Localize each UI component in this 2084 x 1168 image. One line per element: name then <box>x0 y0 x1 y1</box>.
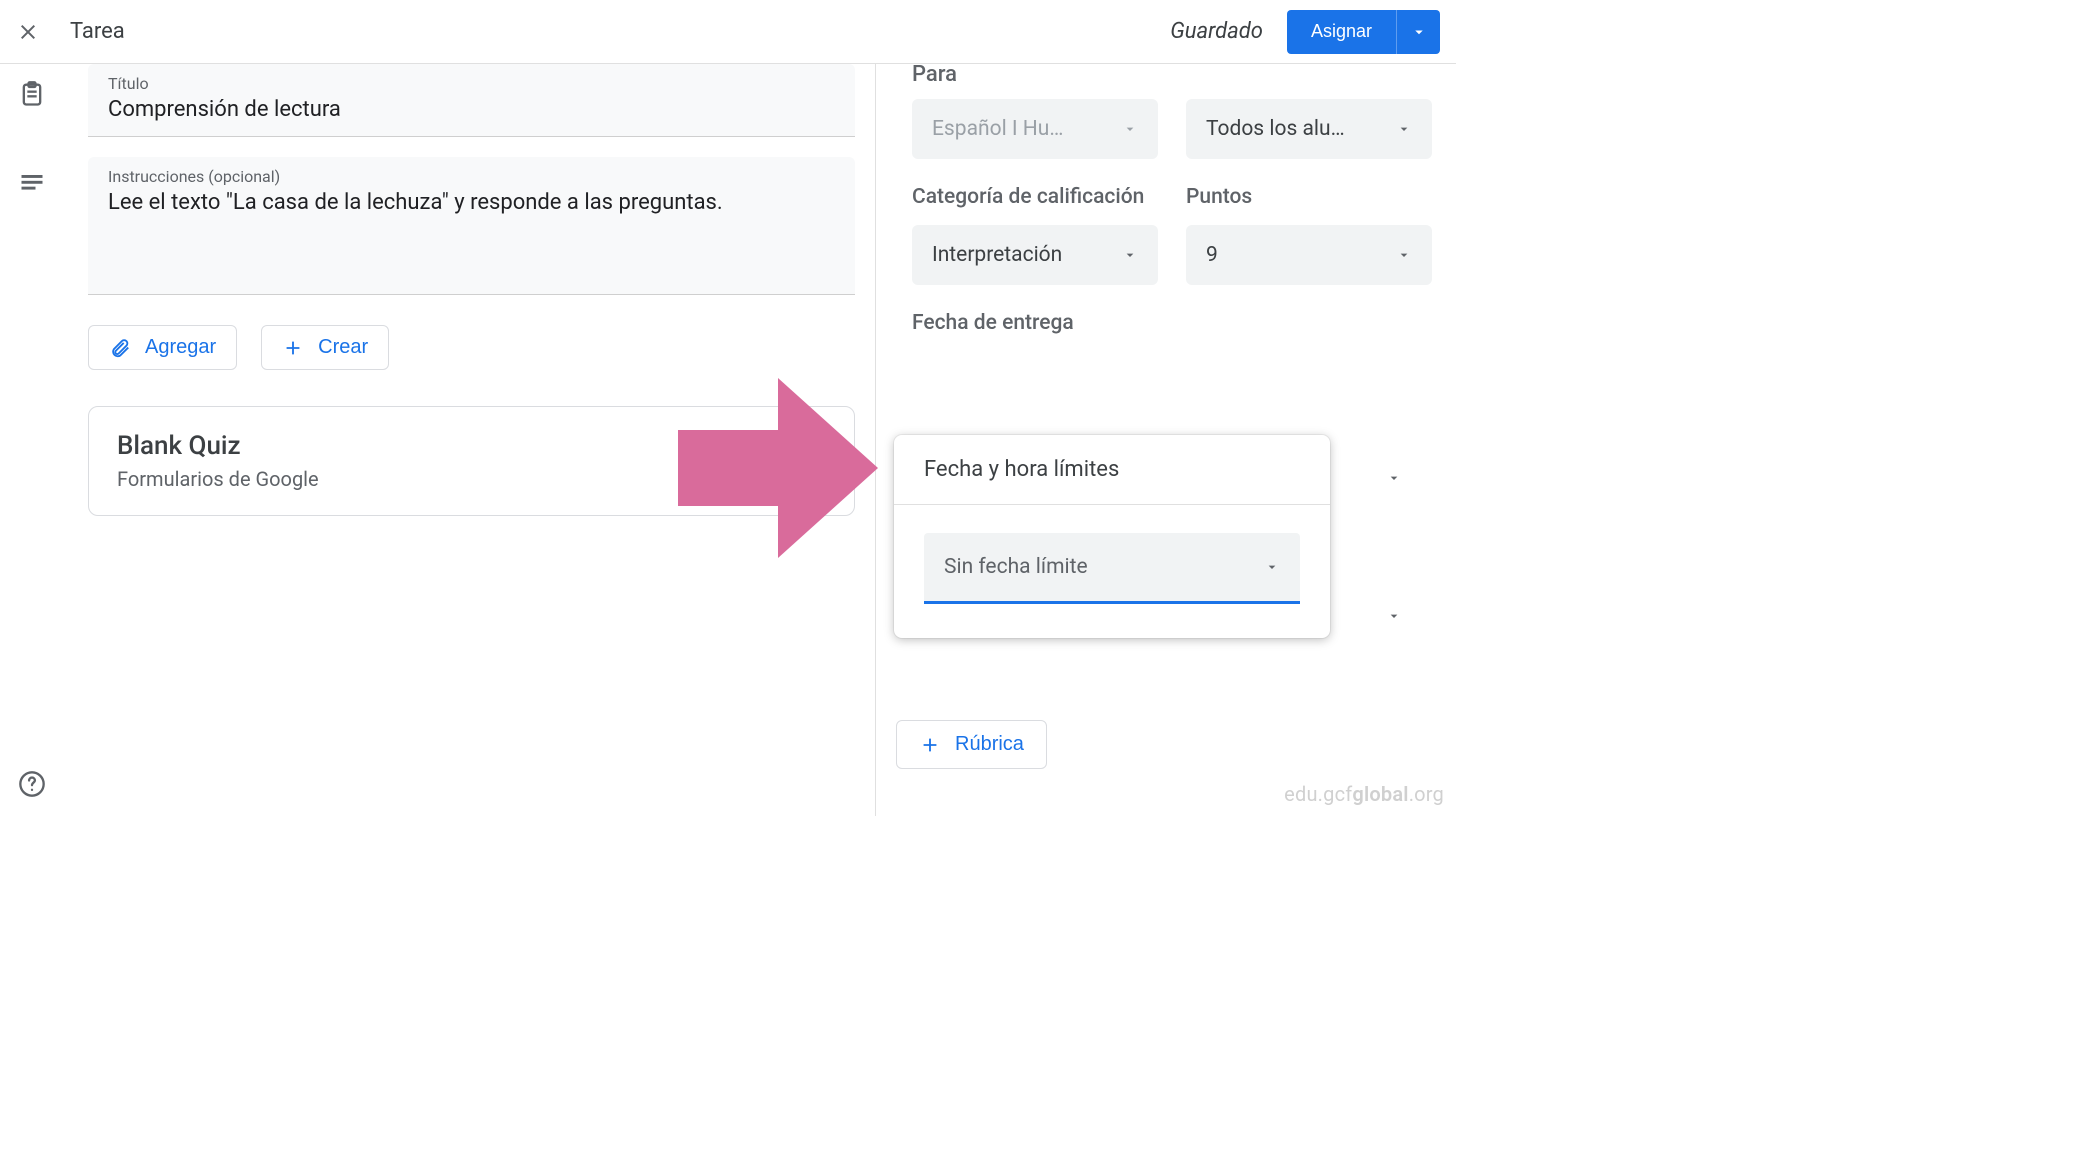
points-label: Puntos <box>1186 185 1432 209</box>
assign-dropdown-button[interactable] <box>1396 10 1440 54</box>
header: Tarea Guardado Asignar <box>0 0 1456 64</box>
create-button-label: Crear <box>318 336 368 359</box>
caret-down-icon <box>1386 608 1402 624</box>
watermark: edu.gcfglobal.org <box>1284 782 1444 806</box>
caret-down-icon <box>1396 121 1412 137</box>
instructions-label: Instrucciones (opcional) <box>108 167 835 186</box>
main-column: Título Comprensión de lectura Instruccio… <box>64 64 876 816</box>
due-date-value: Sin fecha límite <box>944 555 1088 579</box>
attachment-card[interactable]: Blank Quiz Formularios de Google <box>88 406 855 516</box>
plus-icon <box>919 734 941 756</box>
students-dropdown[interactable]: Todos los alu… <box>1186 99 1432 159</box>
assign-button[interactable]: Asignar <box>1287 10 1396 54</box>
due-date-dropdown[interactable]: Sin fecha límite <box>924 533 1300 604</box>
points-dropdown[interactable]: 9 <box>1186 225 1432 285</box>
add-button-label: Agregar <box>145 336 216 359</box>
grade-category-dropdown[interactable]: Interpretación <box>912 225 1158 285</box>
title-field[interactable]: Título Comprensión de lectura <box>88 64 855 137</box>
caret-down-icon <box>1122 121 1138 137</box>
popup-title: Fecha y hora límites <box>894 435 1330 505</box>
students-dropdown-value: Todos los alu… <box>1206 117 1345 141</box>
title-input[interactable]: Comprensión de lectura <box>108 97 835 122</box>
rubric-button-label: Rúbrica <box>955 733 1024 756</box>
assignment-icon[interactable] <box>18 80 46 108</box>
description-icon[interactable] <box>18 168 46 196</box>
due-date-popup: Fecha y hora límites Sin fecha límite <box>894 435 1330 638</box>
caret-down-icon <box>1386 470 1402 486</box>
action-row: Agregar Crear <box>88 325 855 370</box>
plus-icon <box>282 337 304 359</box>
para-label: Para <box>912 62 1432 87</box>
attachment-close-icon[interactable] <box>810 441 832 463</box>
class-dropdown[interactable]: Español I Hu… <box>912 99 1158 159</box>
create-button[interactable]: Crear <box>261 325 389 370</box>
instructions-field[interactable]: Instrucciones (opcional) Lee el texto "L… <box>88 157 855 295</box>
class-dropdown-value: Español I Hu… <box>932 117 1063 141</box>
caret-down-icon <box>1264 559 1280 575</box>
grade-category-label: Categoría de calificación <box>912 185 1158 209</box>
attachment-subtitle: Formularios de Google <box>117 467 826 491</box>
caret-down-icon <box>1396 247 1412 263</box>
attach-icon <box>109 337 131 359</box>
left-rail <box>0 64 64 816</box>
help-icon[interactable] <box>18 770 46 798</box>
page-title: Tarea <box>70 19 125 44</box>
rubric-button[interactable]: Rúbrica <box>896 720 1047 769</box>
instructions-input[interactable]: Lee el texto "La casa de la lechuza" y r… <box>108 190 835 280</box>
grade-category-value: Interpretación <box>932 243 1062 267</box>
caret-down-icon <box>1122 247 1138 263</box>
saved-status: Guardado <box>1170 19 1263 44</box>
points-value: 9 <box>1206 243 1218 267</box>
attachment-title: Blank Quiz <box>117 431 826 461</box>
assign-button-group: Asignar <box>1287 10 1440 54</box>
due-date-label: Fecha de entrega <box>912 311 1432 335</box>
title-label: Título <box>108 74 835 93</box>
close-icon[interactable] <box>16 20 40 44</box>
add-button[interactable]: Agregar <box>88 325 237 370</box>
